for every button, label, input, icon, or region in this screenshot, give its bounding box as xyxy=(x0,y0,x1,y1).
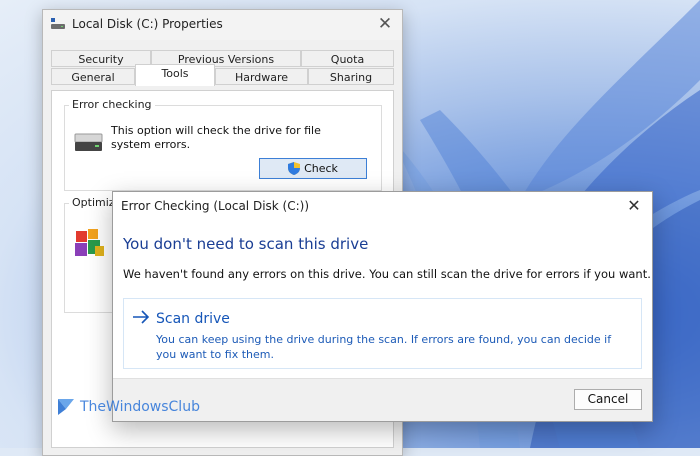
check-button[interactable]: Check xyxy=(259,158,367,179)
tab-tools[interactable]: Tools xyxy=(135,64,215,86)
tab-hardware[interactable]: Hardware xyxy=(215,68,308,85)
windows-club-logo-icon xyxy=(58,399,74,415)
properties-title: Local Disk (C:) Properties xyxy=(72,17,223,31)
arrow-right-icon xyxy=(133,310,150,324)
drive-small-icon xyxy=(51,18,65,29)
scan-drive-description: You can keep using the drive during the … xyxy=(156,333,612,361)
check-button-label: Check xyxy=(304,162,338,175)
tab-sharing[interactable]: Sharing xyxy=(308,68,394,85)
error-checking-dialog: Error Checking (Local Disk (C:)) ✕ You d… xyxy=(112,191,653,422)
properties-titlebar: Local Disk (C:) Properties ✕ xyxy=(43,10,402,40)
close-icon[interactable]: ✕ xyxy=(368,10,402,40)
tab-general[interactable]: General xyxy=(51,68,135,85)
cancel-button[interactable]: Cancel xyxy=(574,389,642,410)
scan-drive-option[interactable]: Scan drive You can keep using the drive … xyxy=(123,298,642,369)
dialog-message: We haven't found any errors on this driv… xyxy=(123,267,651,281)
drive-icon xyxy=(74,133,103,151)
dialog-title: Error Checking (Local Disk (C:)) xyxy=(121,199,310,213)
dialog-titlebar: Error Checking (Local Disk (C:)) ✕ xyxy=(113,192,652,220)
dialog-heading: You don't need to scan this drive xyxy=(123,235,369,253)
error-checking-group: Error checking This option will check th… xyxy=(64,98,382,191)
error-checking-title: Error checking xyxy=(69,98,155,111)
shield-icon xyxy=(288,162,301,175)
scan-drive-label: Scan drive xyxy=(156,311,230,327)
watermark: TheWindowsClub xyxy=(58,399,200,415)
tab-quota[interactable]: Quota xyxy=(301,50,394,67)
close-icon[interactable]: ✕ xyxy=(622,195,646,217)
error-checking-description: This option will check the drive for fil… xyxy=(111,124,321,151)
defrag-icon xyxy=(75,229,104,256)
watermark-text: TheWindowsClub xyxy=(80,399,200,415)
